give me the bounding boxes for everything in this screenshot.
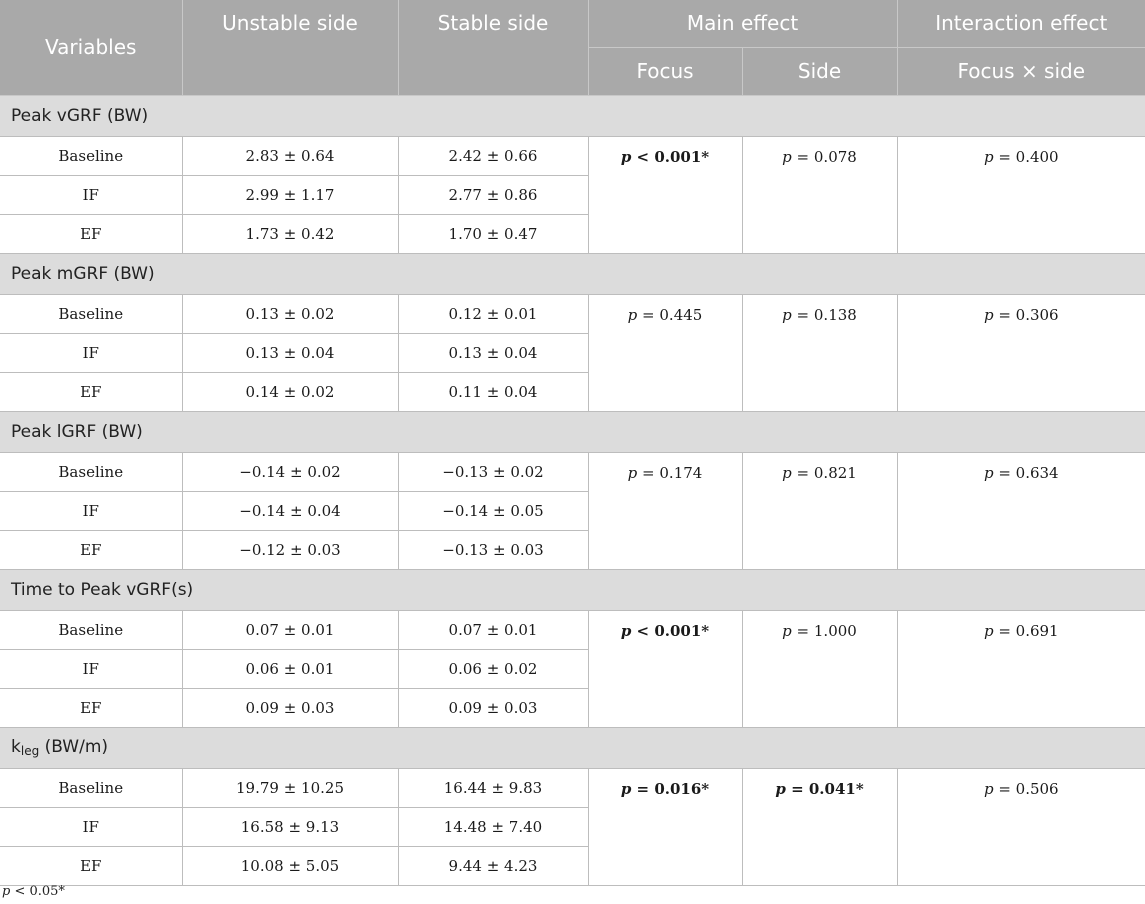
row-label: IF bbox=[0, 332, 183, 373]
unstable-value: 0.13 ± 0.02 bbox=[181, 293, 399, 334]
stable-value: 0.06 ± 0.02 bbox=[397, 648, 588, 689]
stable-value: 1.70 ± 0.47 bbox=[397, 213, 588, 254]
focus-p-value: p = 0.016* bbox=[587, 767, 743, 886]
unstable-value: 0.14 ± 0.02 bbox=[181, 371, 399, 412]
stable-value: 0.12 ± 0.01 bbox=[397, 293, 589, 334]
stable-value: −0.13 ± 0.03 bbox=[397, 529, 588, 570]
stable-value: 2.77 ± 0.86 bbox=[397, 174, 588, 215]
stable-value: −0.13 ± 0.02 bbox=[397, 451, 589, 492]
row-label: Baseline bbox=[0, 451, 183, 492]
row-label: EF bbox=[0, 371, 183, 412]
table-row: Baseline 2.83 ± 0.64 2.42 ± 0.66 p < 0.0… bbox=[0, 135, 1145, 254]
header-stable-side: Stable side bbox=[398, 0, 589, 96]
side-p-value: p = 1.000 bbox=[741, 609, 898, 728]
focus-p-value: p < 0.001* bbox=[587, 135, 743, 254]
table-row: Baseline 0.07 ± 0.01 0.07 ± 0.01 p < 0.0… bbox=[0, 609, 1145, 728]
stable-value: −0.14 ± 0.05 bbox=[397, 490, 588, 531]
side-p-value: p = 0.078 bbox=[741, 135, 898, 254]
group-row: Peak mGRF (BW) bbox=[0, 252, 1145, 295]
table-row: Baseline 0.13 ± 0.02 0.12 ± 0.01 p = 0.4… bbox=[0, 293, 1145, 412]
stable-value: 0.09 ± 0.03 bbox=[397, 687, 588, 728]
unstable-value: 0.07 ± 0.01 bbox=[181, 609, 399, 650]
stable-value: 14.48 ± 7.40 bbox=[397, 806, 588, 847]
stable-value: 9.44 ± 4.23 bbox=[397, 845, 588, 886]
row-label: IF bbox=[0, 648, 183, 689]
group-row: kleg (BW/m) bbox=[0, 726, 1145, 769]
stable-value: 0.11 ± 0.04 bbox=[397, 371, 588, 412]
row-label: Baseline bbox=[0, 767, 183, 808]
focus-p-value: p < 0.001* bbox=[587, 609, 743, 728]
group-title: Time to Peak vGRF(s) bbox=[0, 568, 1145, 611]
interaction-p-value: p = 0.506 bbox=[896, 767, 1145, 886]
unstable-value: 2.83 ± 0.64 bbox=[181, 135, 399, 176]
group-title: Peak mGRF (BW) bbox=[0, 252, 1145, 295]
side-p-value: p = 0.138 bbox=[741, 293, 898, 412]
table-row: Baseline −0.14 ± 0.02 −0.13 ± 0.02 p = 0… bbox=[0, 451, 1145, 570]
header-side: Side bbox=[742, 47, 898, 96]
unstable-value: 1.73 ± 0.42 bbox=[181, 213, 399, 254]
header-interaction-effect: Interaction effect bbox=[897, 0, 1145, 48]
header-unstable-side: Unstable side bbox=[182, 0, 399, 96]
unstable-value: 0.09 ± 0.03 bbox=[181, 687, 399, 728]
row-label: EF bbox=[0, 213, 183, 254]
row-label: EF bbox=[0, 845, 183, 886]
footnote: p < 0.05* bbox=[2, 884, 65, 899]
row-label: IF bbox=[0, 174, 183, 215]
row-label: Baseline bbox=[0, 293, 183, 334]
row-label: Baseline bbox=[0, 135, 183, 176]
stable-value: 0.07 ± 0.01 bbox=[397, 609, 589, 650]
row-label: Baseline bbox=[0, 609, 183, 650]
header-focus-x-side: Focus × side bbox=[897, 47, 1145, 96]
focus-p-value: p = 0.445 bbox=[587, 293, 743, 412]
unstable-value: 10.08 ± 5.05 bbox=[181, 845, 399, 886]
unstable-value: 0.13 ± 0.04 bbox=[181, 332, 399, 373]
side-p-value: p = 0.041* bbox=[741, 767, 898, 886]
stable-value: 2.42 ± 0.66 bbox=[397, 135, 589, 176]
unstable-value: −0.14 ± 0.04 bbox=[181, 490, 399, 531]
interaction-p-value: p = 0.306 bbox=[896, 293, 1145, 412]
interaction-p-value: p = 0.400 bbox=[896, 135, 1145, 254]
header-main-effect: Main effect bbox=[588, 0, 898, 48]
interaction-p-value: p = 0.691 bbox=[896, 609, 1145, 728]
side-p-value: p = 0.821 bbox=[741, 451, 898, 570]
group-title: Peak lGRF (BW) bbox=[0, 410, 1145, 453]
unstable-value: −0.12 ± 0.03 bbox=[181, 529, 399, 570]
group-row: Time to Peak vGRF(s) bbox=[0, 568, 1145, 611]
interaction-p-value: p = 0.634 bbox=[896, 451, 1145, 570]
group-row: Peak lGRF (BW) bbox=[0, 410, 1145, 453]
row-label: EF bbox=[0, 687, 183, 728]
results-table: Variables Unstable side Stable side Main… bbox=[0, 0, 1145, 886]
group-title: Peak vGRF (BW) bbox=[0, 94, 1145, 137]
stable-value: 16.44 ± 9.83 bbox=[397, 767, 589, 808]
group-title: kleg (BW/m) bbox=[0, 726, 1145, 769]
unstable-value: 16.58 ± 9.13 bbox=[181, 806, 399, 847]
header-variables: Variables bbox=[0, 0, 183, 96]
stable-value: 0.13 ± 0.04 bbox=[397, 332, 588, 373]
unstable-value: 19.79 ± 10.25 bbox=[181, 767, 399, 808]
row-label: EF bbox=[0, 529, 183, 570]
table-row: Baseline 19.79 ± 10.25 16.44 ± 9.83 p = … bbox=[0, 767, 1145, 886]
row-label: IF bbox=[0, 490, 183, 531]
group-row: Peak vGRF (BW) bbox=[0, 94, 1145, 137]
focus-p-value: p = 0.174 bbox=[587, 451, 743, 570]
header-focus: Focus bbox=[588, 47, 743, 96]
unstable-value: −0.14 ± 0.02 bbox=[181, 451, 399, 492]
unstable-value: 2.99 ± 1.17 bbox=[181, 174, 399, 215]
row-label: IF bbox=[0, 806, 183, 847]
unstable-value: 0.06 ± 0.01 bbox=[181, 648, 399, 689]
